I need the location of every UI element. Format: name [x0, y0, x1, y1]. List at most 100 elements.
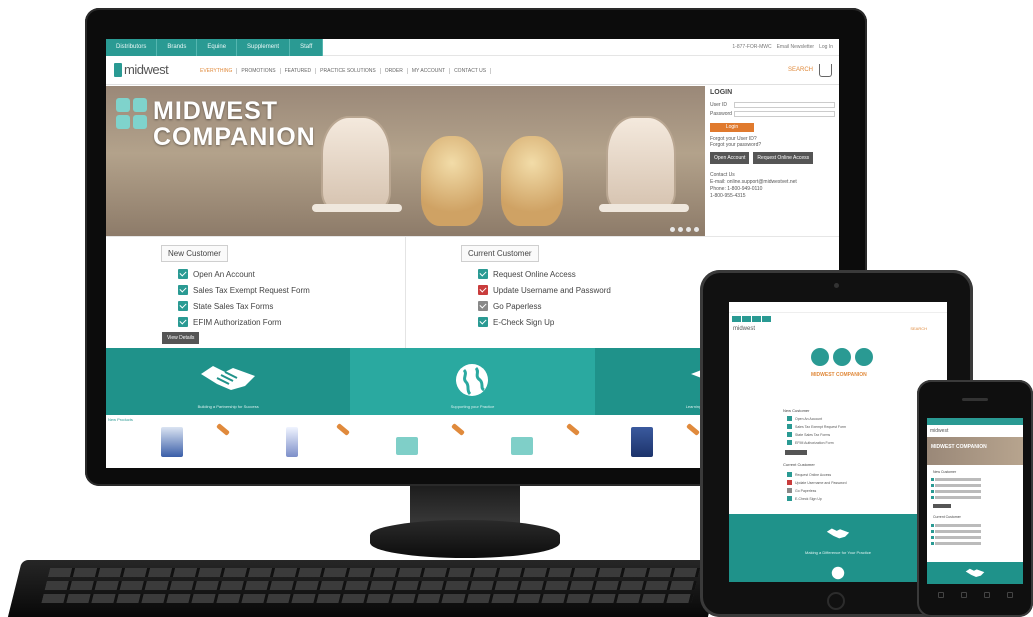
list-item[interactable]: EFIM Authorization Form: [178, 317, 310, 327]
top-links: 1-877-FOR-MWC Email Newsletter Log In: [732, 39, 833, 56]
password-input[interactable]: [734, 111, 835, 117]
hero-circle: [855, 348, 873, 366]
tablet-feature-band: Making a Difference for Your Practice: [729, 514, 947, 582]
list-item[interactable]: Sales Tax Exempt Request Form: [178, 285, 310, 295]
list-item[interactable]: E-Check Sign Up: [478, 317, 611, 327]
list-item[interactable]: [931, 535, 981, 539]
list-item[interactable]: [931, 477, 981, 481]
current-customer-list: Request Online Access Update Username an…: [478, 269, 611, 327]
list-item[interactable]: Go Paperless: [478, 301, 611, 311]
menu-key-icon[interactable]: [983, 592, 990, 598]
nav-item-my-account[interactable]: MY ACCOUNT: [408, 68, 451, 74]
list-item[interactable]: State Sales Tax Forms: [178, 301, 310, 311]
list-item[interactable]: [931, 541, 981, 545]
globe-icon: [456, 364, 489, 396]
tablet-nav[interactable]: [732, 316, 771, 322]
column-divider: [405, 237, 406, 353]
site-logo[interactable]: midwest: [114, 62, 169, 77]
monitor-icon: [787, 488, 792, 493]
tablet-hero: MIDWEST COMPANION: [739, 342, 937, 400]
list-item[interactable]: EFIM Authorization Form: [787, 440, 834, 445]
tablet-current-customer-heading: Current Customer: [783, 462, 815, 467]
nav-item-contact-us[interactable]: CONTACT US: [450, 68, 492, 74]
nav-item-featured[interactable]: FEATURED: [281, 68, 317, 74]
product-thumbnail[interactable]: [511, 437, 533, 455]
feature-partnership[interactable]: Building a Partnership for Success: [106, 348, 351, 415]
home-key-icon[interactable]: [960, 592, 967, 598]
phone-brand: MIDWEST COMPANION: [931, 444, 987, 450]
list-item-label: Request Online Access: [493, 269, 576, 279]
sneaker-sole: [312, 204, 402, 212]
tablet-home-button[interactable]: [827, 592, 845, 610]
list-item[interactable]: Update Username and Password: [478, 285, 611, 295]
list-item[interactable]: [931, 529, 981, 533]
product-thumbnail[interactable]: [631, 427, 653, 457]
truck-icon: [478, 269, 488, 279]
list-item-label: Open An Account: [193, 269, 255, 279]
search-link[interactable]: SEARCH: [788, 67, 813, 73]
list-item[interactable]: [931, 523, 981, 527]
top-tab[interactable]: Staff: [290, 39, 324, 56]
top-tab[interactable]: Distributors: [106, 39, 158, 56]
list-item[interactable]: Open An Account: [787, 416, 822, 421]
phone-logo[interactable]: midwest: [930, 428, 948, 434]
nav-item-everything[interactable]: EVERYTHING: [196, 68, 238, 74]
phone-new-customer-heading: New Customer: [933, 470, 957, 474]
list-item-label: Sales Tax Exempt Request Form: [795, 424, 847, 429]
login-link[interactable]: Log In: [819, 39, 833, 56]
contact-email[interactable]: E-mail: online.support@midwestvet.net: [710, 179, 835, 186]
list-item[interactable]: [931, 489, 981, 493]
list-item[interactable]: Sales Tax Exempt Request Form: [787, 424, 846, 429]
view-details-button[interactable]: View Details: [162, 332, 200, 344]
list-item[interactable]: Request Online Access: [478, 269, 611, 279]
list-item[interactable]: E-Check Sign Up: [787, 496, 822, 501]
login-button[interactable]: Login: [710, 123, 754, 132]
hero-brand: MIDWEST COMPANION: [116, 98, 316, 150]
list-item[interactable]: Go Paperless: [787, 488, 816, 493]
search-key-icon[interactable]: [1006, 592, 1013, 598]
request-access-button[interactable]: Request Online Access: [753, 152, 814, 164]
newsletter-link[interactable]: Email Newsletter: [777, 39, 815, 56]
list-item-label: Update Username and Password: [795, 480, 847, 485]
list-item[interactable]: [931, 483, 981, 487]
list-item[interactable]: State Sales Tax Forms: [787, 432, 830, 437]
tablet-logo[interactable]: midwest: [733, 326, 755, 332]
list-item[interactable]: Open An Account: [178, 269, 310, 279]
key-row: [41, 594, 694, 603]
nav-item-practice-solutions[interactable]: PRACTICE SOLUTIONS: [316, 68, 381, 74]
product-thumbnail[interactable]: [161, 427, 183, 457]
phone-nav[interactable]: [927, 418, 1023, 425]
logo-mark-icon: [114, 62, 122, 77]
top-tab[interactable]: Brands: [157, 39, 198, 56]
list-item[interactable]: Update Username and Password: [787, 480, 847, 485]
logo-text: midwest: [124, 62, 169, 77]
tablet-view-details-button[interactable]: [785, 450, 807, 455]
header: midwest EVERYTHING PROMOTIONS FEATURED P…: [106, 57, 839, 85]
tablet-search-link[interactable]: SEARCH: [910, 326, 927, 331]
tablet-screen: midwest SEARCH MIDWEST COMPANION New Cus…: [729, 302, 947, 582]
list-item[interactable]: Request Online Access: [787, 472, 831, 477]
handshake-icon: [826, 528, 850, 539]
nav-item-order[interactable]: ORDER: [381, 68, 408, 74]
product-thumbnail[interactable]: [396, 437, 418, 455]
sale-tag-icon: [336, 423, 350, 436]
forgot-password-link[interactable]: Forgot your password?: [710, 142, 835, 148]
sale-tag-icon: [566, 423, 580, 436]
top-tab[interactable]: Supplement: [237, 39, 291, 56]
feature-practice[interactable]: Supporting your Practice: [350, 348, 595, 415]
phone-link[interactable]: 1-877-FOR-MWC: [732, 39, 771, 56]
account-buttons: Open Account Request Online Access: [710, 152, 835, 164]
list-item-label: Go Paperless: [493, 301, 542, 311]
list-item[interactable]: [931, 495, 981, 499]
cart-icon[interactable]: [819, 64, 832, 77]
carousel-dots[interactable]: [670, 227, 699, 232]
top-tab[interactable]: Equine: [197, 39, 238, 56]
back-key-icon[interactable]: [937, 592, 944, 598]
user-id-input[interactable]: [734, 102, 835, 108]
open-account-button[interactable]: Open Account: [710, 152, 750, 164]
phone-view-details-button[interactable]: [933, 504, 951, 508]
product-thumbnail[interactable]: [286, 427, 298, 457]
phone-speaker: [962, 398, 988, 401]
nav-item-promotions[interactable]: PROMOTIONS: [237, 68, 281, 74]
tablet-band-caption: Making a Difference for Your Practice: [805, 550, 871, 555]
